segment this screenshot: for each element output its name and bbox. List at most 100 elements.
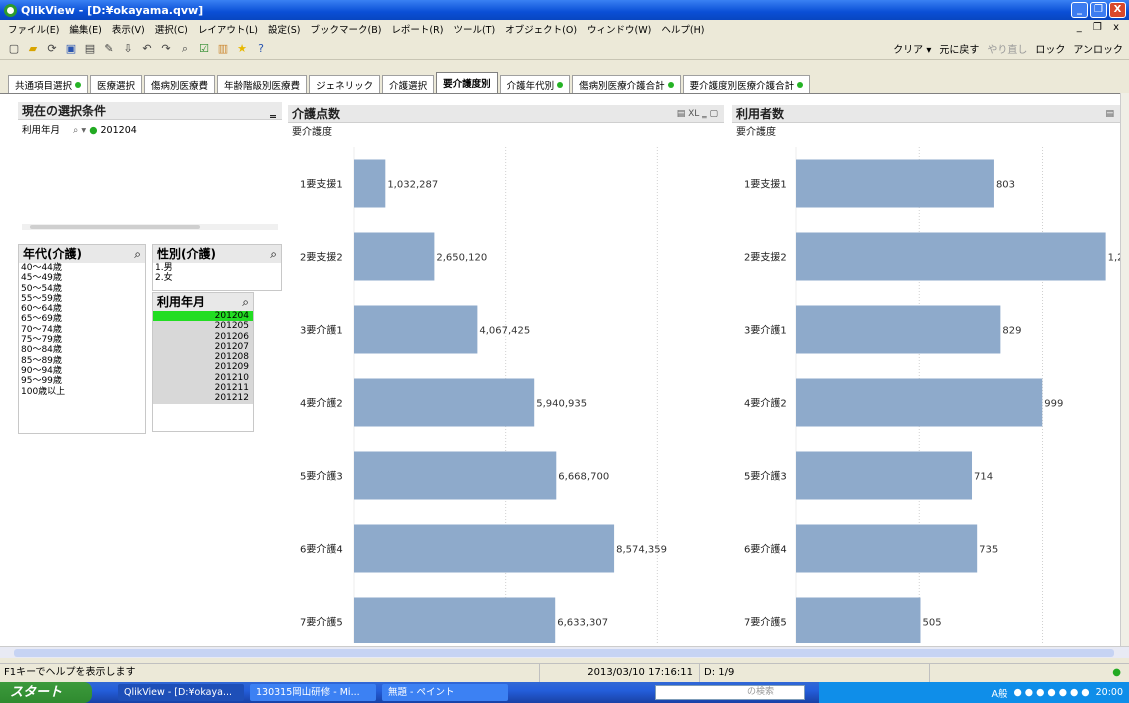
search-icon[interactable]: ⌕	[270, 245, 277, 263]
menu-reports[interactable]: レポート(R)	[391, 22, 443, 36]
list-item[interactable]: 2.女	[153, 273, 281, 283]
bar	[796, 597, 921, 646]
menu-help[interactable]: ヘルプ(H)	[661, 22, 704, 36]
list-item[interactable]: 201205	[153, 321, 253, 332]
list-item[interactable]: 45～49歳	[19, 273, 145, 283]
save-icon[interactable]: ▣	[63, 41, 79, 57]
redo-icon[interactable]: ↷	[158, 41, 174, 57]
undo-icon[interactable]: ↶	[139, 41, 155, 57]
list-item[interactable]: 201210	[153, 372, 253, 384]
tab-5[interactable]: 介護選択	[382, 75, 435, 93]
data-label: 505	[922, 618, 941, 629]
tab-1[interactable]: 医療選択	[90, 75, 143, 93]
menu-settings[interactable]: 設定(S)	[268, 22, 300, 36]
menu-window[interactable]: ウィンドウ(W)	[587, 22, 651, 36]
category-label: 7要介護5	[300, 616, 343, 629]
category-label: 4要介護2	[300, 397, 343, 410]
list-item[interactable]: 201211	[153, 383, 253, 394]
list-item[interactable]: 85～89歳	[19, 356, 145, 366]
list-item[interactable]: 201206	[153, 331, 253, 342]
tab-label: 医療選択	[97, 80, 136, 92]
tab-3[interactable]: 年齢階級別医療費	[217, 75, 308, 93]
print-icon[interactable]: ▤	[82, 41, 98, 57]
chart-controls-icon[interactable]: ▤	[1105, 105, 1114, 122]
mdi-controls[interactable]: _ ❐ x	[1077, 22, 1123, 33]
list-item[interactable]: 201207	[153, 341, 253, 353]
month-listbox: 利用年月 ⌕ 201204 201205 201206 201207 201208 2012…	[152, 292, 254, 432]
list-item[interactable]: 65～69歳	[19, 314, 145, 324]
select-icon[interactable]: ☑	[196, 41, 212, 57]
minimize-icon[interactable]: ‗	[270, 102, 276, 119]
ime-indicator[interactable]: A般	[991, 686, 1007, 700]
bookmark-star-icon[interactable]: ★	[234, 41, 250, 57]
list-item[interactable]: 201208	[153, 352, 253, 363]
task-qlikview[interactable]: QlikView - [D:¥okaya...	[118, 684, 244, 701]
chart-icon[interactable]: ▥	[215, 41, 231, 57]
menu-edit[interactable]: 編集(E)	[69, 22, 101, 36]
menu-object[interactable]: オブジェクト(O)	[505, 22, 577, 36]
list-item[interactable]: 95～99歳	[19, 376, 145, 386]
menu-select[interactable]: 選択(C)	[155, 22, 188, 36]
back-button[interactable]: 元に戻す	[939, 41, 979, 56]
desktop-search-input[interactable]: の検索	[655, 685, 805, 700]
menu-file[interactable]: ファイル(E)	[8, 22, 59, 36]
list-item[interactable]: 55～59歳	[19, 294, 145, 304]
unlock-button[interactable]: アンロック	[1073, 41, 1123, 56]
search-icon[interactable]: ⌕	[134, 245, 141, 263]
tray-icons[interactable]: ● ● ● ● ● ● ●	[1013, 687, 1089, 698]
tab-7[interactable]: 介護年代別	[499, 75, 571, 93]
tab-0[interactable]: 共通項目選択	[8, 75, 89, 93]
start-button[interactable]: スタート	[0, 682, 92, 703]
chart-controls-icon[interactable]: ▤ XL ‗ ▢	[677, 105, 718, 122]
minimize-button[interactable]: _	[1071, 2, 1088, 18]
list-item[interactable]: 70～74歳	[19, 325, 145, 335]
list-item[interactable]: 75～79歳	[19, 335, 145, 345]
reload-data-icon[interactable]: ⇩	[120, 41, 136, 57]
list-item[interactable]: 50～54歳	[19, 284, 145, 294]
data-label: 829	[1002, 326, 1021, 337]
selection-value[interactable]: 201204	[101, 125, 137, 136]
maximize-button[interactable]: ❐	[1090, 2, 1107, 18]
list-item[interactable]: 60～64歳	[19, 304, 145, 314]
search-icon[interactable]: ⌕	[242, 293, 249, 311]
redo-selection-button[interactable]: やり直し	[987, 41, 1027, 56]
bar	[354, 378, 535, 427]
close-button[interactable]: X	[1109, 2, 1126, 18]
edit-script-icon[interactable]: ✎	[101, 41, 117, 57]
list-item[interactable]: 201209	[153, 362, 253, 373]
tab-8[interactable]: 傷病別医療介護合計	[572, 75, 681, 93]
help-icon[interactable]: ?	[253, 41, 269, 57]
list-item[interactable]: 40～44歳	[19, 263, 145, 273]
selection-menu-icon[interactable]: ⌕ ▾	[73, 125, 86, 136]
category-label: 4要介護2	[744, 397, 787, 410]
menu-tools[interactable]: ツール(T)	[453, 22, 495, 36]
horizontal-scrollbar[interactable]	[0, 646, 1129, 658]
search-icon[interactable]: ⌕	[177, 41, 193, 57]
new-icon[interactable]: ▢	[6, 41, 22, 57]
list-item[interactable]: 80～84歳	[19, 345, 145, 355]
task-powerpoint[interactable]: 130315岡山研修 - Mi...	[250, 684, 376, 701]
lock-button[interactable]: ロック	[1035, 41, 1065, 56]
tab-9[interactable]: 要介護度別医療介護合計	[682, 75, 811, 93]
selection-scrollbar[interactable]	[22, 224, 278, 230]
menu-layout[interactable]: レイアウト(L)	[198, 22, 258, 36]
tab-2[interactable]: 傷病別医療費	[144, 75, 216, 93]
menu-bookmarks[interactable]: ブックマーク(B)	[310, 22, 381, 36]
vertical-scrollbar[interactable]	[1120, 93, 1129, 646]
data-label: 1,032,287	[387, 180, 438, 191]
list-item[interactable]: 1.男	[153, 263, 281, 273]
list-item[interactable]: 201212	[153, 393, 253, 404]
reload-icon[interactable]: ⟳	[44, 41, 60, 57]
task-paint[interactable]: 無題 - ペイント	[382, 684, 508, 701]
list-item[interactable]: 90～94歳	[19, 366, 145, 376]
clear-button[interactable]: クリア ▾	[893, 41, 931, 56]
list-item[interactable]: 100歳以上	[19, 387, 145, 397]
tab-6[interactable]: 要介護度別	[436, 72, 498, 93]
open-icon[interactable]: ▰	[25, 41, 41, 57]
list-item[interactable]: 201204	[153, 311, 253, 322]
data-label: 1,256	[1108, 253, 1120, 264]
tab-4[interactable]: ジェネリック	[309, 75, 381, 93]
menu-view[interactable]: 表示(V)	[112, 22, 145, 36]
status-datetime: 2013/03/10 17:16:11	[540, 663, 700, 682]
tab-label: 要介護度別	[443, 79, 491, 90]
